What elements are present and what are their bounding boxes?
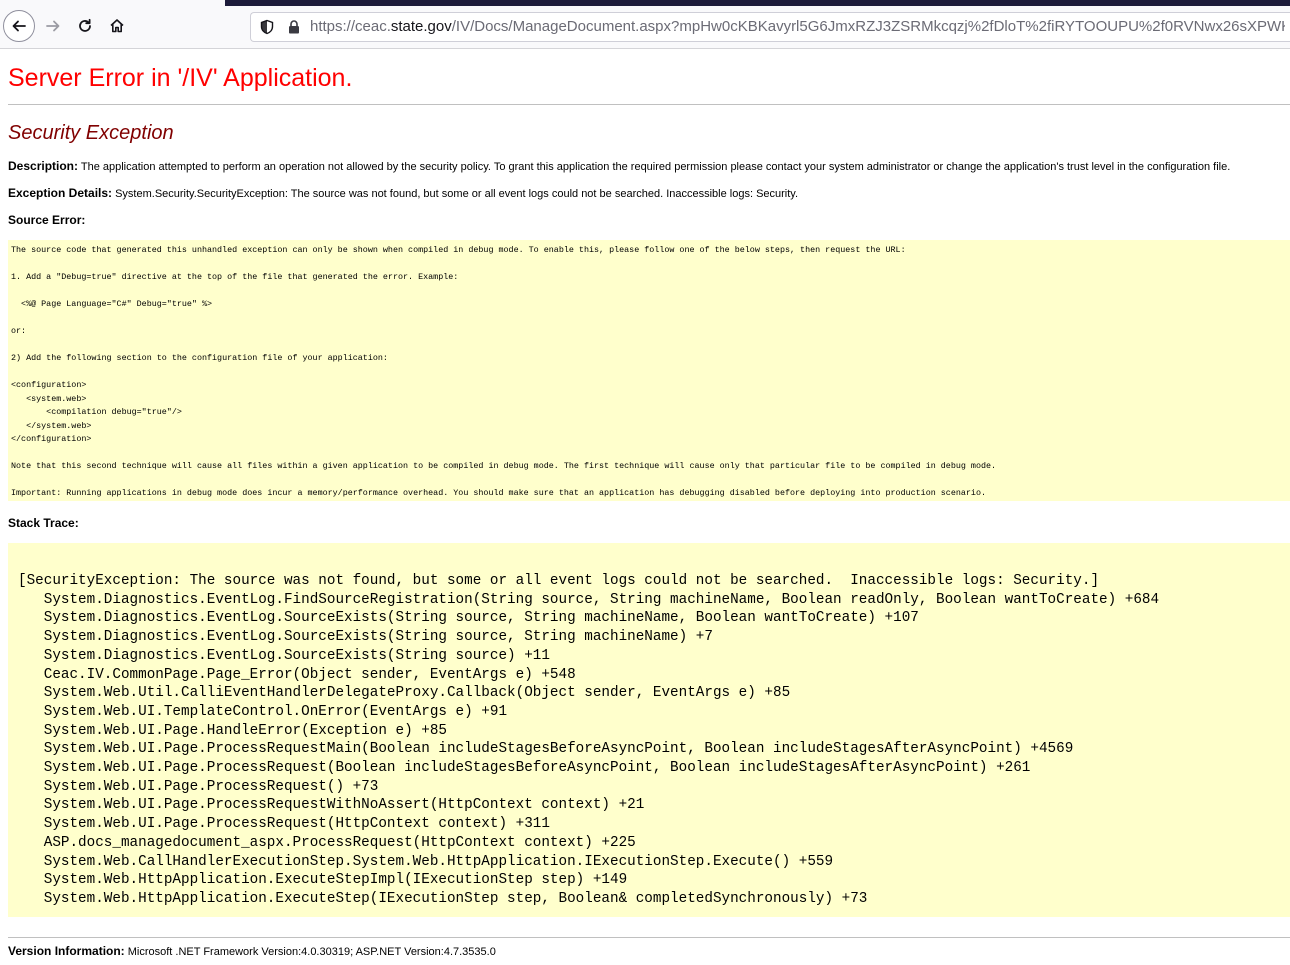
source-error-code: The source code that generated this unha… <box>11 245 997 498</box>
version-info-label: Version Information: <box>8 944 125 958</box>
page-title: Server Error in '/IV' Application. <box>8 64 353 92</box>
source-error-label: Source Error: <box>8 213 86 227</box>
exception-details-label: Exception Details: <box>8 186 113 200</box>
title-divider <box>8 104 1290 105</box>
reload-icon <box>79 18 91 32</box>
stack-trace-label: Stack Trace: <box>8 516 79 530</box>
exception-details-text: System.Security.SecurityException: The s… <box>112 188 799 200</box>
source-error-heading: Source Error: <box>8 213 85 227</box>
description-text: The application attempted to perform an … <box>78 161 1231 173</box>
browser-toolbar: https://ceac.state.gov/IV/Docs/ManageDoc… <box>0 0 1290 49</box>
arrow-right-icon <box>46 20 60 32</box>
version-info-row: Version Information: Microsoft .NET Fram… <box>8 944 496 958</box>
version-info-text: Microsoft .NET Framework Version:4.0.303… <box>124 946 496 958</box>
source-error-box: The source code that generated this unha… <box>8 240 1290 501</box>
home-button[interactable] <box>101 10 133 42</box>
exception-details-row: Exception Details: System.Security.Secur… <box>8 186 798 200</box>
reload-button[interactable] <box>69 10 101 42</box>
description-row: Description: The application attempted t… <box>8 159 1230 173</box>
url-path: /IV/Docs/ManageDocument.aspx?mpHw0cKBKav… <box>451 18 1285 35</box>
description-label: Description: <box>8 159 79 173</box>
stack-trace-box: [SecurityException: The source was not f… <box>8 543 1290 917</box>
arrow-left-icon <box>12 20 26 32</box>
address-bar[interactable]: https://ceac.state.gov/IV/Docs/ManageDoc… <box>250 12 1290 42</box>
stack-trace-heading: Stack Trace: <box>8 516 79 530</box>
url-domain: state.gov <box>390 18 452 35</box>
forward-button[interactable] <box>37 10 69 42</box>
back-button[interactable] <box>3 10 35 42</box>
exception-type-heading: Security Exception <box>8 122 174 144</box>
home-icon <box>110 19 124 33</box>
url-text[interactable]: https://ceac.state.gov/IV/Docs/ManageDoc… <box>310 18 1285 35</box>
shield-icon[interactable] <box>259 19 275 35</box>
lock-icon[interactable] <box>287 19 301 35</box>
tab-strip <box>225 0 1290 6</box>
footer-divider <box>8 937 1290 938</box>
stack-trace-code: [SecurityException: The source was not f… <box>18 573 1160 907</box>
url-prefix: https://ceac. <box>310 18 391 35</box>
